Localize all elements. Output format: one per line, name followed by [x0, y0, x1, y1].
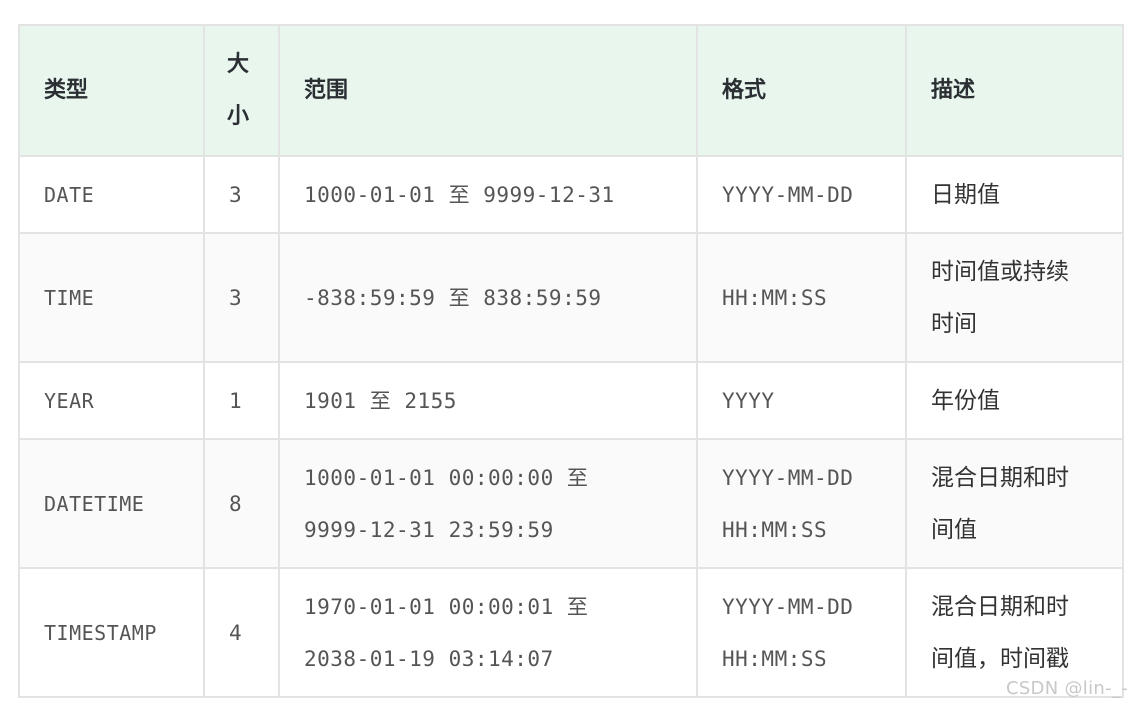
- cell-size: 3: [203, 155, 280, 234]
- cell-desc-line: 间值: [931, 516, 977, 543]
- header-desc: 描述: [905, 24, 1124, 157]
- table-row: TIMESTAMP 4 1970-01-01 00:00:01 至 2038-0…: [18, 567, 1124, 698]
- cell-type: DATETIME: [18, 438, 205, 569]
- cell-format: YYYY: [696, 361, 907, 440]
- cell-format-line: YYYY: [722, 388, 775, 413]
- cell-type: YEAR: [18, 361, 205, 440]
- header-type: 类型: [18, 24, 205, 157]
- cell-range-line: 2038-01-19 03:14:07: [304, 646, 554, 671]
- cell-desc-line: 年份值: [931, 387, 1000, 414]
- cell-format-line: YYYY-MM-DD: [722, 465, 854, 490]
- cell-size: 3: [203, 232, 280, 363]
- cell-format-line: YYYY-MM-DD: [722, 182, 854, 207]
- cell-format-line: YYYY-MM-DD: [722, 594, 854, 619]
- cell-desc-line: 间值，时间戳: [931, 645, 1069, 672]
- cell-size: 8: [203, 438, 280, 569]
- cell-range-line: 1000-01-01 至 9999-12-31: [304, 182, 615, 207]
- cell-type: TIME: [18, 232, 205, 363]
- header-size-line2: 小: [227, 103, 250, 129]
- cell-range: 1000-01-01 至 9999-12-31: [278, 155, 698, 234]
- cell-range-line: -838:59:59 至 838:59:59: [304, 285, 602, 310]
- table-header-row: 类型 大 小 范围 格式 描述: [18, 24, 1124, 157]
- cell-desc: 时间值或持续 时间: [905, 232, 1124, 363]
- cell-format: HH:MM:SS: [696, 232, 907, 363]
- cell-type: TIMESTAMP: [18, 567, 205, 698]
- cell-desc: 日期值: [905, 155, 1124, 234]
- cell-size: 1: [203, 361, 280, 440]
- header-format: 格式: [696, 24, 907, 157]
- cell-desc: 混合日期和时 间值: [905, 438, 1124, 569]
- header-size: 大 小: [203, 24, 280, 157]
- table-row: TIME 3 -838:59:59 至 838:59:59 HH:MM:SS 时…: [18, 232, 1124, 363]
- header-range: 范围: [278, 24, 698, 157]
- cell-desc-line: 时间: [931, 310, 977, 337]
- cell-range: 1970-01-01 00:00:01 至 2038-01-19 03:14:0…: [278, 567, 698, 698]
- cell-format-line: HH:MM:SS: [722, 646, 828, 671]
- cell-size: 4: [203, 567, 280, 698]
- cell-desc: 年份值: [905, 361, 1124, 440]
- cell-format: YYYY-MM-DD HH:MM:SS: [696, 567, 907, 698]
- cell-format-line: HH:MM:SS: [722, 517, 828, 542]
- table-row: YEAR 1 1901 至 2155 YYYY 年份值: [18, 361, 1124, 440]
- cell-range-line: 1970-01-01 00:00:01 至: [304, 594, 589, 619]
- cell-desc-line: 日期值: [931, 181, 1000, 208]
- cell-type: DATE: [18, 155, 205, 234]
- cell-desc-line: 时间值或持续: [931, 258, 1069, 285]
- cell-desc-line: 混合日期和时: [931, 593, 1069, 620]
- cell-format-line: HH:MM:SS: [722, 285, 828, 310]
- datetime-types-table: 类型 大 小 范围 格式 描述 DATE 3 1000-01-01 至 9999…: [18, 24, 1124, 698]
- header-size-line1: 大: [227, 51, 250, 77]
- cell-format: YYYY-MM-DD: [696, 155, 907, 234]
- cell-format: YYYY-MM-DD HH:MM:SS: [696, 438, 907, 569]
- cell-desc-line: 混合日期和时: [931, 464, 1069, 491]
- cell-range: -838:59:59 至 838:59:59: [278, 232, 698, 363]
- cell-range-line: 9999-12-31 23:59:59: [304, 517, 554, 542]
- table-row: DATE 3 1000-01-01 至 9999-12-31 YYYY-MM-D…: [18, 155, 1124, 234]
- cell-range: 1901 至 2155: [278, 361, 698, 440]
- table-row: DATETIME 8 1000-01-01 00:00:00 至 9999-12…: [18, 438, 1124, 569]
- csdn-watermark: CSDN @lin-_-: [1005, 678, 1128, 699]
- cell-range: 1000-01-01 00:00:00 至 9999-12-31 23:59:5…: [278, 438, 698, 569]
- cell-range-line: 1901 至 2155: [304, 388, 457, 413]
- cell-range-line: 1000-01-01 00:00:00 至: [304, 465, 589, 490]
